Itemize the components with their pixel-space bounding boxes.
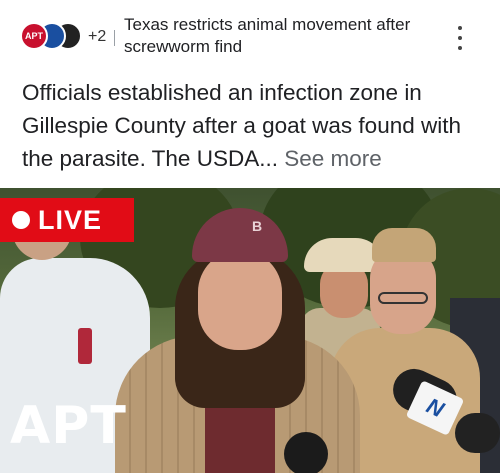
summary-text: Officials established an infection zone … <box>22 76 482 175</box>
dot <box>458 26 462 30</box>
pocket-pen <box>78 328 92 364</box>
live-badge: LIVE <box>0 198 134 242</box>
extra-sources-count[interactable]: +2 <box>88 28 106 46</box>
live-dot-icon <box>12 211 30 229</box>
speaker-face <box>198 250 282 350</box>
headline-title[interactable]: Texas restricts animal movement after sc… <box>124 14 444 58</box>
summary-body: Officials established an infection zone … <box>22 80 461 171</box>
officer-cap <box>372 228 436 262</box>
card-header: APT +2 Texas restricts animal movement a… <box>0 0 500 70</box>
glasses <box>378 292 428 304</box>
dot <box>458 36 462 40</box>
cap-logo: B <box>252 218 263 234</box>
source-avatar: APT <box>20 22 48 50</box>
live-label: LIVE <box>38 204 103 235</box>
dot <box>458 46 462 50</box>
see-more-link[interactable]: See more <box>284 146 382 171</box>
source-avatars[interactable]: APT <box>20 22 82 52</box>
divider <box>114 30 115 46</box>
channel-watermark: APT <box>10 396 127 456</box>
microphone <box>284 432 328 473</box>
microphone <box>455 413 500 453</box>
more-vert-icon[interactable] <box>452 26 468 50</box>
video-player[interactable]: B N LIVE APT <box>0 188 500 473</box>
